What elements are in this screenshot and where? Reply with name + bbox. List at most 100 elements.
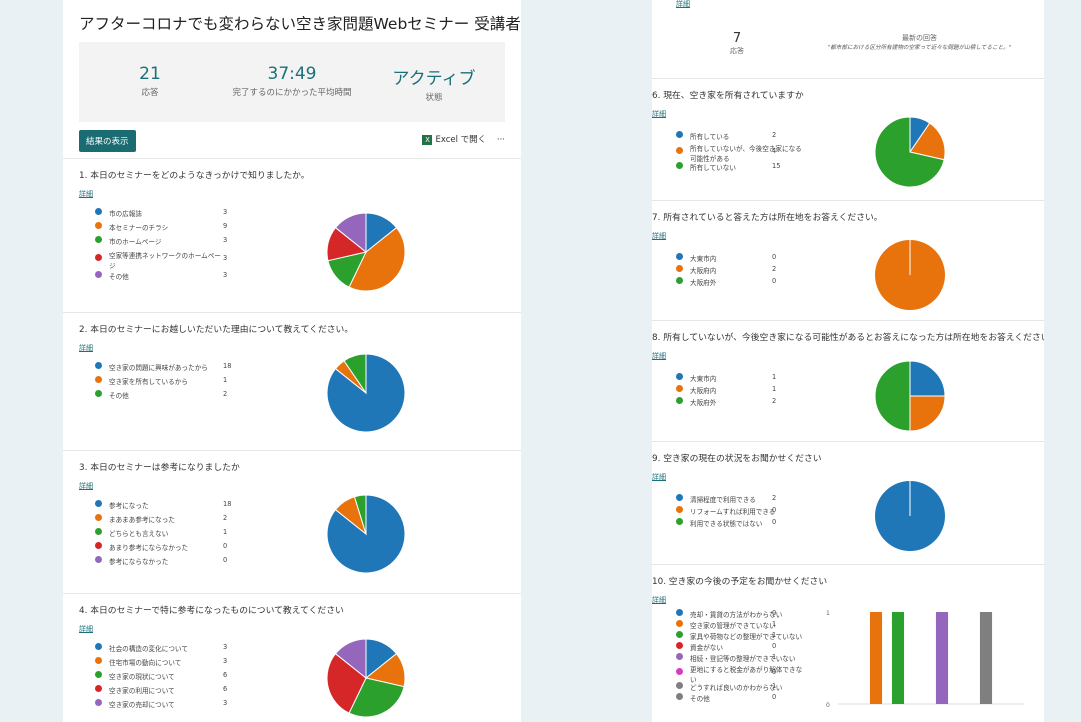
details-link[interactable]: 詳細 bbox=[79, 624, 344, 634]
details-link[interactable]: 詳細 bbox=[652, 595, 827, 605]
question-title: 2. 本日のセミナーにお越しいただいた理由について教えてください。 bbox=[79, 325, 354, 335]
legend-swatch bbox=[95, 362, 102, 369]
q7-pie-chart bbox=[875, 240, 945, 310]
legend-count: 1 bbox=[772, 631, 777, 639]
legend-label-line: ジ bbox=[109, 262, 116, 270]
legend-count: 3 bbox=[223, 208, 228, 216]
legend-swatch bbox=[676, 253, 683, 260]
legend-label: 市の広報誌 bbox=[109, 208, 142, 218]
bar bbox=[891, 612, 905, 704]
legend-swatch bbox=[95, 685, 102, 692]
question-4: 9. 空き家の現在の状況をお聞かせください 詳細 bbox=[652, 451, 822, 482]
legend-count: 2 bbox=[223, 390, 228, 398]
question-5: 10. 空き家の今後の予定をお聞かせください 詳細 bbox=[652, 574, 827, 605]
legend-count: 1 bbox=[772, 682, 777, 690]
open-in-excel-button[interactable]: X Excel で開く ··· bbox=[422, 133, 505, 145]
legend-label-line: 所有していない bbox=[690, 164, 736, 172]
legend-label: 参考になった bbox=[109, 500, 149, 510]
legend-label-line: 清掃程度で利用できる bbox=[690, 496, 756, 504]
legend-count: 6 bbox=[223, 671, 228, 679]
legend-swatch bbox=[95, 671, 102, 678]
left-survey-panel: アフターコロナでも変わらない空き家問題Webセミナー 受講者アンケート 21 応… bbox=[63, 0, 521, 722]
legend-swatch bbox=[95, 271, 102, 278]
legend-label-line: 大東市内 bbox=[690, 375, 717, 383]
legend-count: 0 bbox=[772, 277, 777, 285]
details-link[interactable]: 詳細 bbox=[79, 481, 240, 491]
legend-label: その他 bbox=[109, 390, 129, 400]
legend-count: 18 bbox=[223, 500, 232, 508]
question-1: 6. 現在、空き家を所有されていますか 詳細 bbox=[652, 88, 804, 119]
legend-label-line: 空き家の現状について bbox=[109, 673, 175, 681]
legend-label-line: 空き家の売却について bbox=[109, 701, 175, 709]
legend-count: 2 bbox=[223, 514, 228, 522]
legend-label-line: 所有していないが、今後空き家になる bbox=[690, 145, 802, 153]
summary-box: 21 応答 37:49 完了するのにかかった平均時間 アクティブ 状態 bbox=[79, 42, 505, 122]
legend-swatch bbox=[676, 131, 683, 138]
legend-count: 2 bbox=[772, 131, 777, 139]
legend-swatch bbox=[676, 693, 683, 700]
legend-swatch bbox=[95, 556, 102, 563]
pie-slice bbox=[909, 395, 946, 432]
legend-label: 大阪府内 bbox=[690, 265, 716, 275]
legend-count: 0 bbox=[772, 253, 777, 261]
legend-count: 0 bbox=[223, 542, 228, 550]
question-divider bbox=[63, 158, 521, 159]
legend-label-line: その他 bbox=[109, 273, 129, 281]
legend-label: 空家等連携ネットワークのホームページ bbox=[109, 250, 221, 270]
details-link[interactable]: 詳細 bbox=[652, 109, 804, 119]
legend-label: 大東市内 bbox=[690, 253, 716, 263]
details-link[interactable]: 詳細 bbox=[652, 231, 883, 241]
legend-label-line: どちらとも言えない bbox=[109, 530, 169, 538]
legend-swatch bbox=[676, 620, 683, 627]
details-link[interactable]: 詳細 bbox=[652, 472, 822, 482]
legend-swatch bbox=[95, 514, 102, 521]
legend-label-line: あまり参考にならなかった bbox=[109, 544, 189, 552]
details-link[interactable]: 詳細 bbox=[79, 189, 310, 199]
legend-count: 2 bbox=[772, 494, 777, 502]
legend-label: どちらとも言えない bbox=[109, 528, 168, 538]
legend-count: 2 bbox=[772, 265, 777, 273]
legend-swatch bbox=[95, 222, 102, 229]
details-link[interactable]: 詳細 bbox=[676, 0, 690, 9]
legend-count: 4 bbox=[772, 147, 777, 155]
responses-value: 21 bbox=[139, 64, 161, 84]
question-1: 1. 本日のセミナーをどのようなきっかけで知りましたか。 詳細 bbox=[79, 168, 310, 199]
legend-swatch bbox=[676, 631, 683, 638]
question-divider bbox=[652, 200, 1044, 201]
pie-slice bbox=[909, 360, 946, 397]
legend-label-line: 売却・賃貸の方法がわからない bbox=[690, 611, 783, 619]
question-2: 7. 所有されていると答えた方は所在地をお答えください。 詳細 bbox=[652, 210, 883, 241]
legend-label-line: 大阪府内 bbox=[690, 267, 717, 275]
legend-count: 1 bbox=[772, 385, 777, 393]
avg-time-value: 37:49 bbox=[267, 64, 317, 84]
more-options-button[interactable]: ··· bbox=[497, 135, 505, 145]
legend-label: 住宅市場の動向について bbox=[109, 657, 181, 667]
details-link[interactable]: 詳細 bbox=[79, 343, 353, 353]
legend-label-line: 更地にすると税金があがり解体できな bbox=[690, 666, 803, 674]
legend-swatch bbox=[676, 162, 683, 169]
legend-swatch bbox=[95, 500, 102, 507]
details-link[interactable]: 詳細 bbox=[652, 351, 1044, 361]
legend-label-line: 相続・登記等の整理ができていない bbox=[690, 655, 796, 663]
legend-label: 所有していないが、今後空き家になる 可能性がある bbox=[690, 143, 802, 163]
q5-latest: 最新の回答 "都市部における区分所有建物の空家って近々な問題が山積してること。" bbox=[812, 33, 1027, 51]
latest-label: 最新の回答 bbox=[902, 34, 937, 42]
question-title: 6. 現在、空き家を所有されていますか bbox=[652, 91, 804, 101]
q10-bar-chart: 01 bbox=[826, 610, 1024, 709]
legend-count: 9 bbox=[223, 222, 228, 230]
legend-count: 3 bbox=[223, 643, 228, 651]
legend-swatch bbox=[95, 542, 102, 549]
legend-count: 18 bbox=[223, 362, 232, 370]
legend-label-line: どうすれば良いのかわからない bbox=[690, 684, 783, 692]
legend-label: 本セミナーのチラシ bbox=[109, 222, 168, 232]
q1-pie-chart bbox=[326, 212, 406, 292]
responses-stat: 21 応答 bbox=[85, 64, 215, 98]
excel-label: Excel で開く bbox=[435, 135, 487, 145]
legend-label: 売却・賃貸の方法がわからない bbox=[690, 609, 782, 619]
y-tick-label: 1 bbox=[826, 610, 830, 617]
legend-label: 大東市内 bbox=[690, 373, 716, 383]
status-label: 状態 bbox=[425, 93, 443, 103]
legend-label-line: 参考になった bbox=[109, 502, 149, 510]
legend-label: 利用できる状態ではない bbox=[690, 518, 762, 528]
view-results-button[interactable]: 結果の表示 bbox=[79, 130, 136, 152]
